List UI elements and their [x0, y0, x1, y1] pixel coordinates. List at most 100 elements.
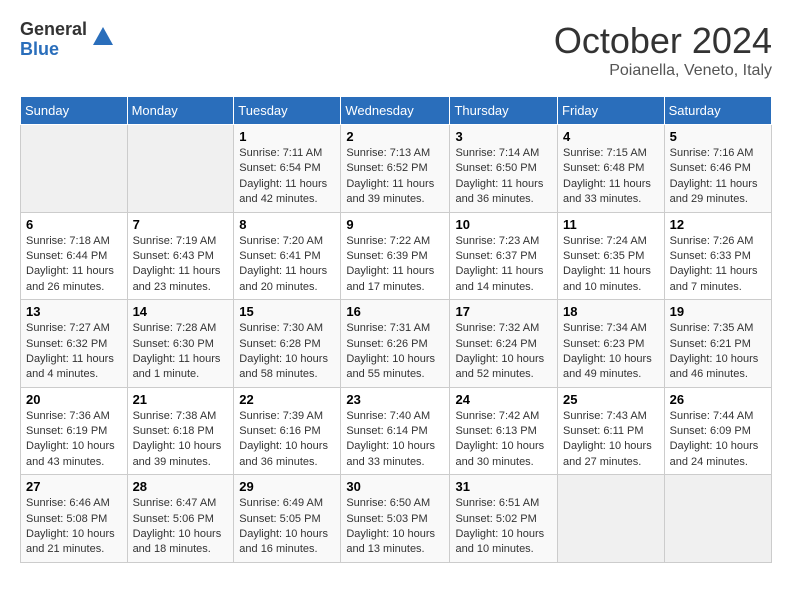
day-info: Sunrise: 7:32 AM Sunset: 6:24 PM Dayligh… [455, 321, 552, 383]
day-number: 19 [670, 304, 766, 319]
calendar-cell: 23 Sunrise: 7:40 AM Sunset: 6:14 PM Dayli… [341, 387, 450, 475]
calendar-cell: 10Sunrise: 7:23 AM Sunset: 6:37 PM Dayli… [450, 212, 558, 300]
day-info: Sunrise: 6:51 AM Sunset: 5:02 PM Dayligh… [455, 496, 552, 558]
calendar-cell: 11 Sunrise: 7:24 AM Sunset: 6:35 PM Dayli… [558, 212, 665, 300]
calendar-cell: 13 Sunrise: 7:27 AM Sunset: 6:32 PM Dayli… [21, 300, 128, 388]
weekday-header-wednesday: Wednesday [341, 97, 450, 125]
calendar-cell: 20Sunrise: 7:36 AM Sunset: 6:19 PM Dayli… [21, 387, 128, 475]
location: Poianella, Veneto, Italy [554, 62, 772, 80]
day-info: Sunrise: 7:43 AM Sunset: 6:11 PM Dayligh… [563, 409, 659, 471]
weekday-header-tuesday: Tuesday [234, 97, 341, 125]
day-number: 29 [239, 479, 335, 494]
day-info: Sunrise: 7:22 AM Sunset: 6:39 PM Dayligh… [346, 234, 444, 296]
day-info: Sunrise: 7:31 AM Sunset: 6:26 PM Dayligh… [346, 321, 444, 383]
day-number: 1 [239, 129, 335, 144]
day-number: 6 [26, 217, 122, 232]
day-info: Sunrise: 7:35 AM Sunset: 6:21 PM Dayligh… [670, 321, 766, 383]
title-block: October 2024 Poianella, Veneto, Italy [554, 20, 772, 80]
day-info: Sunrise: 7:28 AM Sunset: 6:30 PM Dayligh… [133, 321, 229, 383]
calendar-cell: 9 Sunrise: 7:22 AM Sunset: 6:39 PM Daylig… [341, 212, 450, 300]
day-info: Sunrise: 7:15 AM Sunset: 6:48 PM Dayligh… [563, 146, 659, 208]
day-info: Sunrise: 7:30 AM Sunset: 6:28 PM Dayligh… [239, 321, 335, 383]
calendar-cell: 27 Sunrise: 6:46 AM Sunset: 5:08 PM Dayli… [21, 475, 128, 563]
day-info: Sunrise: 7:44 AM Sunset: 6:09 PM Dayligh… [670, 409, 766, 471]
day-info: Sunrise: 6:50 AM Sunset: 5:03 PM Dayligh… [346, 496, 444, 558]
day-number: 23 [346, 392, 444, 407]
calendar-cell [558, 475, 665, 563]
calendar-cell: 30Sunrise: 6:50 AM Sunset: 5:03 PM Dayli… [341, 475, 450, 563]
day-info: Sunrise: 7:38 AM Sunset: 6:18 PM Dayligh… [133, 409, 229, 471]
day-number: 2 [346, 129, 444, 144]
day-info: Sunrise: 7:27 AM Sunset: 6:32 PM Dayligh… [26, 321, 122, 383]
day-info: Sunrise: 7:19 AM Sunset: 6:43 PM Dayligh… [133, 234, 229, 296]
day-number: 9 [346, 217, 444, 232]
day-number: 25 [563, 392, 659, 407]
day-number: 15 [239, 304, 335, 319]
calendar-cell: 26 Sunrise: 7:44 AM Sunset: 6:09 PM Dayli… [664, 387, 771, 475]
calendar-cell: 14 Sunrise: 7:28 AM Sunset: 6:30 PM Dayli… [127, 300, 234, 388]
calendar-week-row: 20Sunrise: 7:36 AM Sunset: 6:19 PM Dayli… [21, 387, 772, 475]
calendar-cell: 7 Sunrise: 7:19 AM Sunset: 6:43 PM Daylig… [127, 212, 234, 300]
day-number: 12 [670, 217, 766, 232]
day-info: Sunrise: 6:47 AM Sunset: 5:06 PM Dayligh… [133, 496, 229, 558]
day-info: Sunrise: 6:49 AM Sunset: 5:05 PM Dayligh… [239, 496, 335, 558]
day-number: 13 [26, 304, 122, 319]
day-number: 11 [563, 217, 659, 232]
calendar-cell: 16 Sunrise: 7:31 AM Sunset: 6:26 PM Dayli… [341, 300, 450, 388]
calendar-week-row: 6Sunrise: 7:18 AM Sunset: 6:44 PM Daylig… [21, 212, 772, 300]
calendar-cell [21, 125, 128, 213]
day-info: Sunrise: 7:40 AM Sunset: 6:14 PM Dayligh… [346, 409, 444, 471]
day-info: Sunrise: 7:39 AM Sunset: 6:16 PM Dayligh… [239, 409, 335, 471]
calendar-header-row: SundayMondayTuesdayWednesdayThursdayFrid… [21, 97, 772, 125]
day-info: Sunrise: 7:14 AM Sunset: 6:50 PM Dayligh… [455, 146, 552, 208]
day-info: Sunrise: 7:23 AM Sunset: 6:37 PM Dayligh… [455, 234, 552, 296]
day-number: 7 [133, 217, 229, 232]
weekday-header-thursday: Thursday [450, 97, 558, 125]
calendar-cell: 15 Sunrise: 7:30 AM Sunset: 6:28 PM Dayli… [234, 300, 341, 388]
day-number: 16 [346, 304, 444, 319]
day-info: Sunrise: 7:24 AM Sunset: 6:35 PM Dayligh… [563, 234, 659, 296]
logo-icon [91, 25, 115, 54]
calendar-week-row: 1 Sunrise: 7:11 AM Sunset: 6:54 PM Daylig… [21, 125, 772, 213]
weekday-header-monday: Monday [127, 97, 234, 125]
day-number: 28 [133, 479, 229, 494]
calendar-cell: 5 Sunrise: 7:16 AM Sunset: 6:46 PM Daylig… [664, 125, 771, 213]
weekday-header-saturday: Saturday [664, 97, 771, 125]
day-number: 5 [670, 129, 766, 144]
calendar-cell: 19 Sunrise: 7:35 AM Sunset: 6:21 PM Dayli… [664, 300, 771, 388]
day-number: 21 [133, 392, 229, 407]
logo-blue-text: Blue [20, 40, 87, 60]
calendar-cell: 3Sunrise: 7:14 AM Sunset: 6:50 PM Daylig… [450, 125, 558, 213]
calendar-table: SundayMondayTuesdayWednesdayThursdayFrid… [20, 96, 772, 563]
logo-general-text: General [20, 20, 87, 40]
calendar-cell [127, 125, 234, 213]
calendar-cell: 2Sunrise: 7:13 AM Sunset: 6:52 PM Daylig… [341, 125, 450, 213]
weekday-header-sunday: Sunday [21, 97, 128, 125]
calendar-week-row: 27 Sunrise: 6:46 AM Sunset: 5:08 PM Dayli… [21, 475, 772, 563]
day-number: 8 [239, 217, 335, 232]
calendar-cell: 12 Sunrise: 7:26 AM Sunset: 6:33 PM Dayli… [664, 212, 771, 300]
calendar-cell: 24 Sunrise: 7:42 AM Sunset: 6:13 PM Dayli… [450, 387, 558, 475]
calendar-cell: 31 Sunrise: 6:51 AM Sunset: 5:02 PM Dayli… [450, 475, 558, 563]
day-number: 31 [455, 479, 552, 494]
day-info: Sunrise: 7:11 AM Sunset: 6:54 PM Dayligh… [239, 146, 335, 208]
day-info: Sunrise: 7:20 AM Sunset: 6:41 PM Dayligh… [239, 234, 335, 296]
day-number: 20 [26, 392, 122, 407]
calendar-cell: 1 Sunrise: 7:11 AM Sunset: 6:54 PM Daylig… [234, 125, 341, 213]
day-info: Sunrise: 6:46 AM Sunset: 5:08 PM Dayligh… [26, 496, 122, 558]
day-info: Sunrise: 7:26 AM Sunset: 6:33 PM Dayligh… [670, 234, 766, 296]
day-number: 18 [563, 304, 659, 319]
day-number: 27 [26, 479, 122, 494]
day-number: 24 [455, 392, 552, 407]
day-number: 4 [563, 129, 659, 144]
day-info: Sunrise: 7:34 AM Sunset: 6:23 PM Dayligh… [563, 321, 659, 383]
calendar-cell: 18 Sunrise: 7:34 AM Sunset: 6:23 PM Dayli… [558, 300, 665, 388]
day-info: Sunrise: 7:16 AM Sunset: 6:46 PM Dayligh… [670, 146, 766, 208]
day-number: 26 [670, 392, 766, 407]
day-number: 14 [133, 304, 229, 319]
calendar-cell: 22Sunrise: 7:39 AM Sunset: 6:16 PM Dayli… [234, 387, 341, 475]
day-info: Sunrise: 7:42 AM Sunset: 6:13 PM Dayligh… [455, 409, 552, 471]
calendar-cell: 28 Sunrise: 6:47 AM Sunset: 5:06 PM Dayli… [127, 475, 234, 563]
day-number: 17 [455, 304, 552, 319]
weekday-header-friday: Friday [558, 97, 665, 125]
